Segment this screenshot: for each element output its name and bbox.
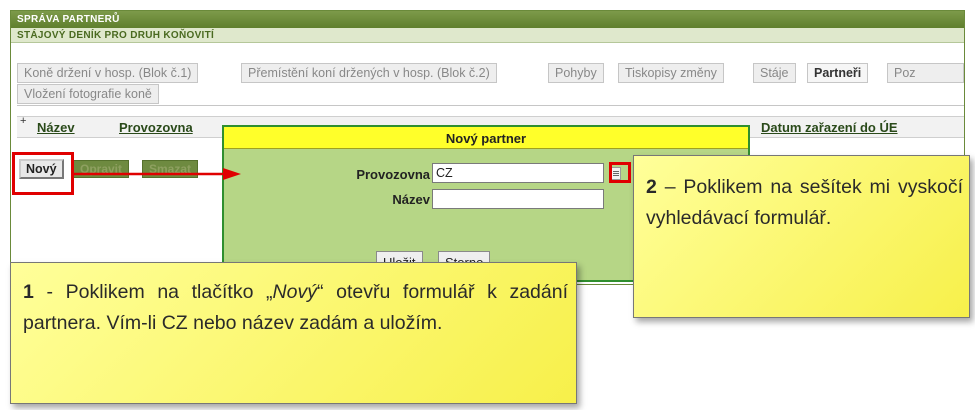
- tab-pohyby[interactable]: Pohyby: [548, 63, 604, 83]
- column-header-nazev[interactable]: Název: [37, 120, 75, 135]
- pointer-arrow: [73, 168, 241, 180]
- callout-2-text: – Poklikem na sešítek mi vyskočí vyhledá…: [646, 176, 963, 229]
- nazev-field[interactable]: [432, 189, 604, 209]
- callout-2-number: 2: [646, 176, 657, 198]
- tab-premisteni-koni[interactable]: Přemístění koní držených v hosp. (Blok č…: [241, 63, 497, 83]
- notebook-icon-highlight: [609, 162, 631, 183]
- tab-tiskopisy-zmeny[interactable]: Tiskopisy změny: [618, 63, 724, 83]
- provozovna-field[interactable]: [432, 163, 604, 183]
- callout-step-2: 2 – Poklikem na sešítek mi vyskočí vyhle…: [633, 155, 970, 318]
- column-header-provozovna[interactable]: Provozovna: [119, 120, 193, 135]
- tab-vlozeni-fotografie[interactable]: Vložení fotografie koně: [17, 84, 159, 104]
- provozovna-label: Provozovna: [356, 167, 430, 182]
- tab-staje[interactable]: Stáje: [753, 63, 796, 83]
- callout-1-text-start: - Poklikem na tlačítko „: [33, 281, 273, 303]
- tab-partneri[interactable]: Partneři: [807, 63, 869, 83]
- callout-1-emphasis: Nový: [272, 281, 317, 303]
- sort-plus-icon[interactable]: +: [20, 115, 26, 127]
- tab-divider: [17, 105, 964, 106]
- dialog-title: Nový partner: [224, 127, 748, 149]
- tab-poz[interactable]: Poz: [887, 63, 964, 83]
- nazev-label: Název: [392, 192, 430, 207]
- new-button-highlight: [12, 152, 74, 195]
- callout-step-1: 1 - Poklikem na tlačítko „Nový“ otevřu f…: [10, 262, 577, 404]
- column-header-datum-zarazeni[interactable]: Datum zařazení do ÚE: [761, 120, 898, 135]
- tab-kone-drzeni[interactable]: Koně držení v hosp. (Blok č.1): [17, 63, 199, 83]
- callout-1-number: 1: [23, 281, 34, 303]
- page-title: SPRÁVA PARTNERŮ: [11, 11, 964, 28]
- page-subtitle: STÁJOVÝ DENÍK PRO DRUH KOŇOVITÍ: [11, 28, 964, 43]
